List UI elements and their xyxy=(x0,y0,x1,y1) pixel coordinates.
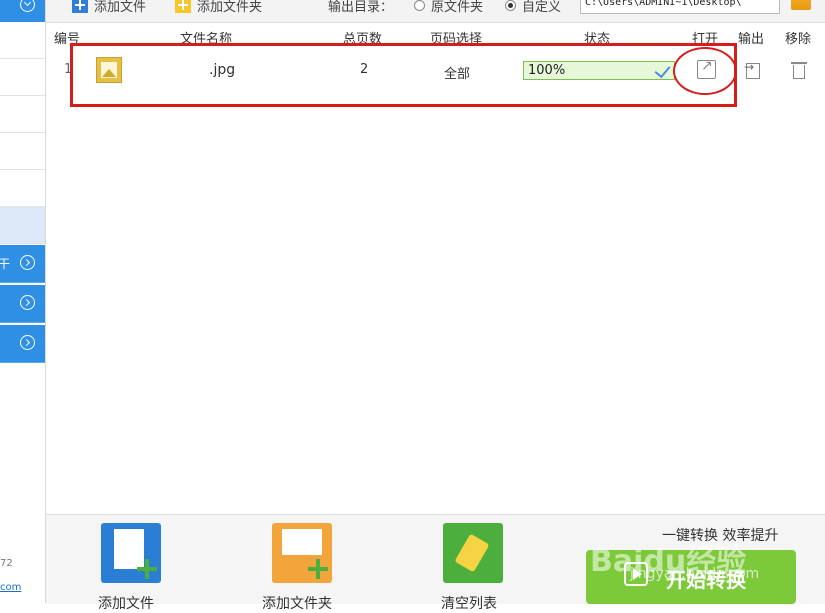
trash-icon[interactable] xyxy=(791,62,807,79)
add-folder-label: 添加文件夹 xyxy=(197,0,263,15)
annotation-highlight-rect xyxy=(70,43,737,107)
sidebar-footer-link[interactable]: com xyxy=(0,582,21,593)
table-header: 编号 文件名称 总页数 页码选择 状态 打开 输出 移除 xyxy=(46,26,825,47)
sidebar-section-label: 干 xyxy=(0,257,11,271)
toolbar: 添加文件 添加文件夹 输出目录： 原文件夹 自定义 C:\Users\ADMIN… xyxy=(46,0,825,23)
header-export: 输出 xyxy=(738,32,765,47)
sidebar-item-selected[interactable] xyxy=(0,207,45,244)
add-icon xyxy=(72,0,88,13)
radio-icon xyxy=(414,0,425,11)
radio-custom-label: 自定义 xyxy=(522,0,562,15)
add-folder-big-label: 添加文件夹 xyxy=(262,596,332,612)
add-file-big-label: 添加文件 xyxy=(98,596,154,612)
export-icon[interactable] xyxy=(744,60,760,79)
watermark-url: jingyan.baidu.com xyxy=(630,566,760,582)
plus-icon xyxy=(308,559,328,579)
browse-folder-icon[interactable] xyxy=(791,0,811,10)
sidebar-item-4[interactable] xyxy=(0,133,45,170)
chevron-down-icon xyxy=(20,0,35,12)
trash-lid xyxy=(791,62,807,64)
chevron-right-icon xyxy=(20,335,35,350)
chevron-right-icon xyxy=(20,255,35,270)
add-folder-icon xyxy=(175,0,191,13)
sidebar: 干 72 com xyxy=(0,0,46,603)
chevron-right-icon xyxy=(20,295,35,310)
broom-icon xyxy=(454,533,490,573)
sidebar-item-5[interactable] xyxy=(0,170,45,207)
sidebar-item-1[interactable] xyxy=(0,22,45,59)
add-folder-button[interactable]: 添加文件夹 xyxy=(175,0,262,16)
annotation-highlight-ellipse xyxy=(673,47,737,95)
radio-original-label: 原文件夹 xyxy=(431,0,484,15)
radio-original-folder[interactable]: 原文件夹 xyxy=(414,0,483,16)
add-file-label: 添加文件 xyxy=(94,0,147,15)
add-file-button[interactable]: 添加文件 xyxy=(72,0,146,16)
sidebar-item-2[interactable] xyxy=(0,59,45,96)
header-remove: 移除 xyxy=(785,32,812,47)
output-dir-label: 输出目录： xyxy=(328,0,393,16)
trash-can xyxy=(793,65,805,79)
sidebar-section-1[interactable]: 干 xyxy=(0,245,45,283)
sidebar-item-3[interactable] xyxy=(0,96,45,133)
plus-icon xyxy=(137,559,157,579)
output-path-input[interactable]: C:\Users\ADMINI~1\Desktop\ xyxy=(580,0,780,14)
folder-icon xyxy=(282,529,322,555)
sidebar-section-2[interactable] xyxy=(0,285,45,323)
output-dir-text: 输出目录： xyxy=(328,0,394,15)
radio-selected-icon xyxy=(505,0,516,11)
add-file-big-button[interactable] xyxy=(101,523,161,583)
clear-list-label: 清空列表 xyxy=(441,596,497,612)
sidebar-top-item[interactable] xyxy=(0,0,45,22)
clear-list-button[interactable] xyxy=(443,523,503,583)
add-folder-big-button[interactable] xyxy=(272,523,332,583)
sidebar-footer-number: 72 xyxy=(0,558,13,569)
sidebar-section-3[interactable] xyxy=(0,325,45,363)
radio-custom-folder[interactable]: 自定义 xyxy=(505,0,561,16)
